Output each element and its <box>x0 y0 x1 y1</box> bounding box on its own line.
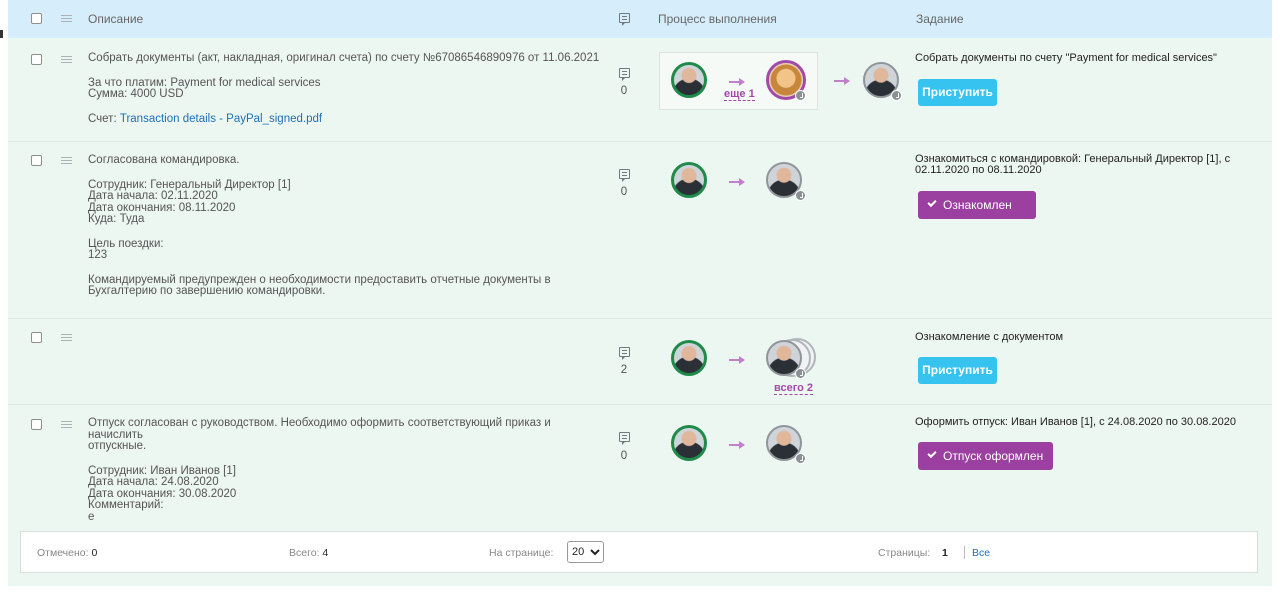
check-icon <box>927 197 937 208</box>
total-value: 4 <box>322 547 329 559</box>
task-text: Собрать документы по счету "Payment for … <box>915 52 1217 64</box>
status-pending-icon <box>795 368 806 379</box>
row-note: Командируемый предупрежден о необходимос… <box>88 273 551 297</box>
comments-column-icon <box>619 13 630 26</box>
all-participants-link[interactable]: всего 2 <box>774 382 814 395</box>
drag-handle-icon <box>61 15 72 24</box>
status-done-icon <box>795 90 806 101</box>
avatar[interactable] <box>671 62 707 98</box>
avatar[interactable] <box>671 162 707 198</box>
status-pending-icon <box>795 453 806 464</box>
row-checkbox[interactable] <box>31 155 42 166</box>
total-label: Всего: <box>289 547 320 559</box>
button-label: Ознакомлен <box>943 198 1012 212</box>
comment-icon[interactable] <box>619 68 630 81</box>
row-details: Сотрудник: Генеральный Директор [1] Дата… <box>88 178 291 225</box>
task-text: Ознакомление с документом <box>915 331 1064 343</box>
button-label: Отпуск оформлен <box>943 449 1044 463</box>
row-divider <box>8 141 1272 142</box>
column-process[interactable]: Процесс выполнения <box>658 12 777 26</box>
table-footer: Отмечено: 0 Всего: 4 На странице: 20 Стр… <box>20 531 1258 573</box>
drag-handle-icon[interactable] <box>61 334 72 343</box>
comment-count: 0 <box>620 186 628 198</box>
check-icon <box>927 448 937 459</box>
checked-counter: Отмечено: 0 <box>37 547 97 559</box>
task-text: Оформить отпуск: Иван Иванов [1], с 24.0… <box>915 416 1236 428</box>
row-description: Собрать документы (акт, накладная, ориги… <box>88 52 608 125</box>
start-button[interactable]: Приступить <box>918 79 997 106</box>
status-pending-icon <box>891 90 902 101</box>
vacation-done-button[interactable]: Отпуск оформлен <box>918 442 1053 470</box>
arrow-right-icon <box>729 355 745 365</box>
invoice-label: Счет: <box>88 112 117 125</box>
avatar[interactable] <box>671 425 707 461</box>
avatar[interactable] <box>671 340 707 376</box>
row-title: Согласована командировка. <box>88 154 240 166</box>
row-details: За что платим: Payment for medical servi… <box>88 76 321 100</box>
arrow-right-icon <box>729 177 745 187</box>
row-title: Собрать документы (акт, накладная, ориги… <box>88 52 600 64</box>
task-text: Ознакомиться с командировкой: Генеральны… <box>915 153 1231 176</box>
acknowledged-button[interactable]: Ознакомлен <box>918 191 1036 219</box>
all-pages-link[interactable]: Все <box>972 547 990 559</box>
per-page-label: На странице: <box>489 547 554 559</box>
arrow-right-icon <box>834 76 850 86</box>
row-checkbox[interactable] <box>31 419 42 430</box>
column-description[interactable]: Описание <box>88 12 143 26</box>
row-purpose: Цель поездки: 123 <box>88 237 164 261</box>
row-divider <box>8 318 1272 319</box>
row-checkbox[interactable] <box>31 54 42 65</box>
comment-count: 0 <box>620 85 628 97</box>
drag-handle-icon[interactable] <box>61 157 72 166</box>
task-list-panel: Описание Процесс выполнения Задание Собр… <box>8 0 1272 586</box>
arrow-right-icon <box>729 77 745 87</box>
checked-label: Отмечено: <box>37 547 89 559</box>
comment-icon[interactable] <box>619 432 630 445</box>
comment-count: 2 <box>620 364 628 376</box>
row-title: Отпуск согласован с руководством. Необхо… <box>88 417 551 452</box>
arrow-right-icon <box>729 440 745 450</box>
pager-divider <box>964 546 965 559</box>
pages-label: Страницы: <box>878 547 931 559</box>
per-page-select[interactable]: 20 <box>567 541 604 563</box>
current-page-number: 1 <box>942 547 948 559</box>
drag-handle-icon[interactable] <box>61 421 72 430</box>
column-task[interactable]: Задание <box>916 12 964 26</box>
checked-value: 0 <box>91 547 98 559</box>
row-description: Отпуск согласован с руководством. Необхо… <box>88 417 608 523</box>
total-counter: Всего: 4 <box>289 547 328 559</box>
table-header: Описание Процесс выполнения Задание <box>8 0 1272 38</box>
row-divider <box>8 404 1272 405</box>
status-pending-icon <box>795 190 806 201</box>
row-description: Согласована командировка. Сотрудник: Ген… <box>88 154 608 298</box>
row-checkbox[interactable] <box>31 332 42 343</box>
comment-icon[interactable] <box>619 169 630 182</box>
comment-count: 0 <box>620 450 628 462</box>
comment-icon[interactable] <box>619 347 630 360</box>
more-participants-link[interactable]: еще 1 <box>724 88 755 101</box>
edge-marker <box>0 30 3 38</box>
row-details: Сотрудник: Иван Иванов [1] Дата начала: … <box>88 464 237 523</box>
drag-handle-icon[interactable] <box>61 56 72 65</box>
select-all-checkbox[interactable] <box>31 13 42 24</box>
current-page[interactable]: 1 <box>942 547 948 559</box>
start-button[interactable]: Приступить <box>918 357 997 384</box>
invoice-link[interactable]: Transaction details - PayPal_signed.pdf <box>120 113 322 125</box>
